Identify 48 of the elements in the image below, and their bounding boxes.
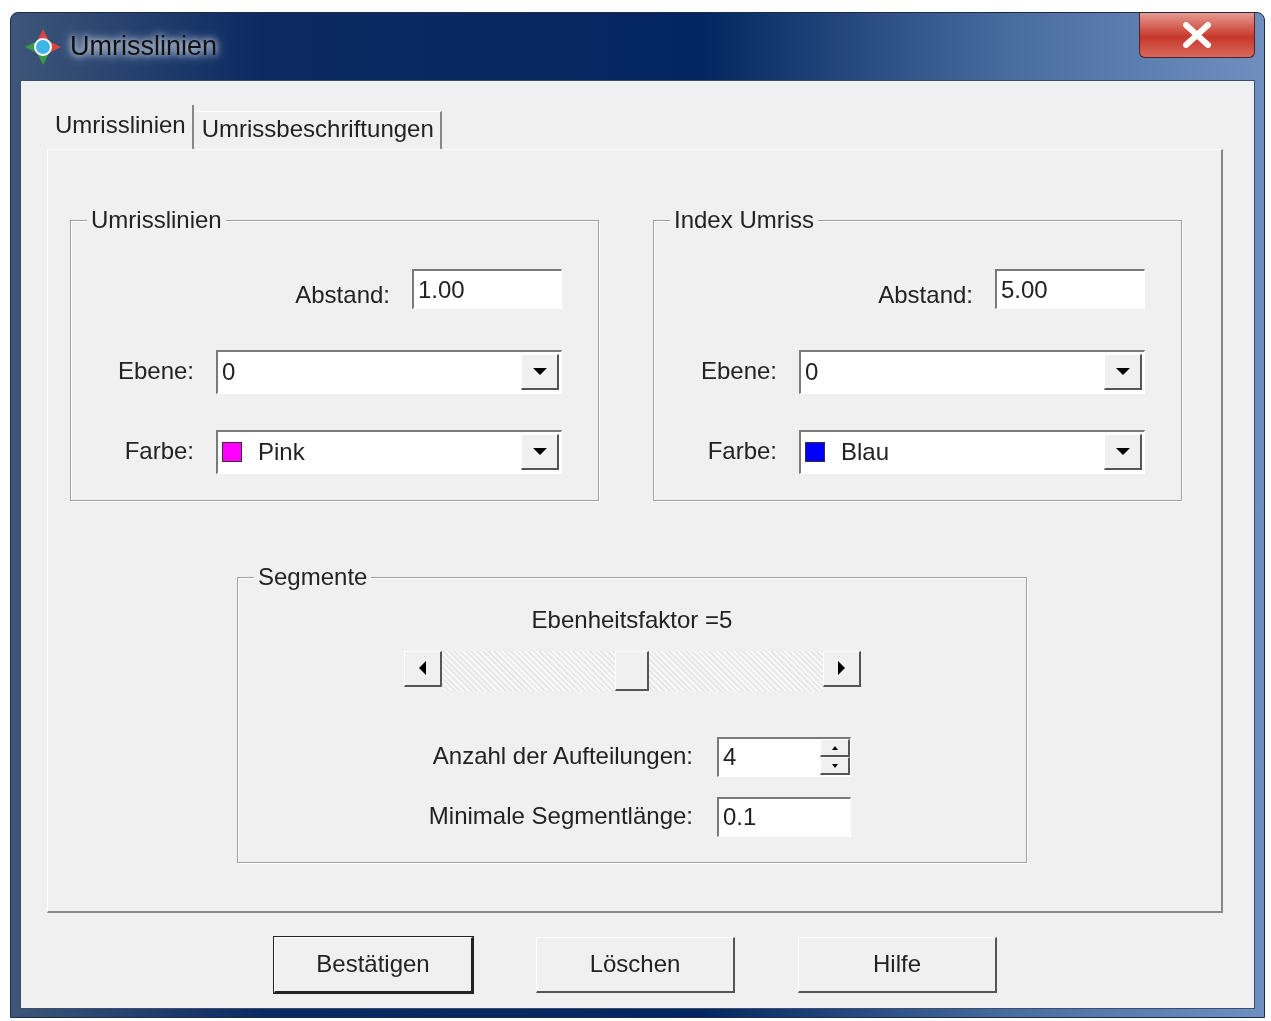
dropdown-value: 0 <box>222 357 236 388</box>
spin-value: 4 <box>723 742 737 773</box>
down-arrow-icon <box>830 762 839 769</box>
field-label: Abstand: <box>878 280 973 310</box>
input-field[interactable]: 5.00 <box>995 269 1145 310</box>
dropdown-button[interactable] <box>1104 434 1142 471</box>
dialog-button[interactable]: Bestätigen <box>274 937 473 993</box>
slider-label: Ebenheitsfaktor =5 <box>531 605 733 633</box>
close-icon <box>1182 22 1212 48</box>
down-arrow-icon <box>532 448 547 456</box>
down-arrow-icon <box>1115 448 1130 456</box>
field-label: Minimale Segmentlänge: <box>427 802 693 831</box>
close-button[interactable] <box>1139 13 1255 58</box>
dropdown-value: Blau <box>841 437 890 468</box>
slider-thumb[interactable] <box>615 650 649 691</box>
window-title: Umrisslinien <box>70 30 218 63</box>
tab[interactable]: Umrissbeschriftungen <box>193 111 442 149</box>
dropdown-button[interactable] <box>1104 354 1142 391</box>
input-field[interactable]: 1.00 <box>412 269 562 310</box>
dialog-button[interactable]: Löschen <box>536 937 735 993</box>
dropdown-value: 0 <box>805 357 819 388</box>
spin-up-button[interactable] <box>820 739 850 758</box>
dropdown-field[interactable]: Blau <box>799 429 1145 474</box>
dialog-button[interactable]: Hilfe <box>798 937 997 993</box>
spin-down-button[interactable] <box>820 757 850 776</box>
field-label: Anzahl der Aufteilungen: <box>431 742 693 771</box>
dropdown-button[interactable] <box>521 434 559 471</box>
app-icon <box>24 27 62 66</box>
field-label: Farbe: <box>707 437 777 466</box>
dropdown-field[interactable]: Pink <box>216 429 562 474</box>
field-label: Farbe: <box>124 437 194 466</box>
field-label: Abstand: <box>295 280 390 310</box>
dropdown-field[interactable]: 0 <box>216 349 562 394</box>
dropdown-field[interactable]: 0 <box>799 349 1145 394</box>
scroll-left-button[interactable] <box>403 650 442 687</box>
field-label: Ebene: <box>117 357 194 386</box>
down-arrow-icon <box>532 368 547 376</box>
right-arrow-icon <box>837 661 845 676</box>
dropdown-button[interactable] <box>521 354 559 391</box>
spin-field[interactable]: 4 <box>717 736 851 777</box>
slider-track[interactable] <box>441 650 823 691</box>
scroll-right-button[interactable] <box>822 650 861 687</box>
up-arrow-icon <box>830 744 839 751</box>
left-arrow-icon <box>418 661 426 676</box>
field-label: Ebene: <box>700 357 777 386</box>
input-field[interactable]: 0.1 <box>717 796 851 837</box>
dropdown-value: Pink <box>258 437 305 468</box>
down-arrow-icon <box>1115 368 1130 376</box>
